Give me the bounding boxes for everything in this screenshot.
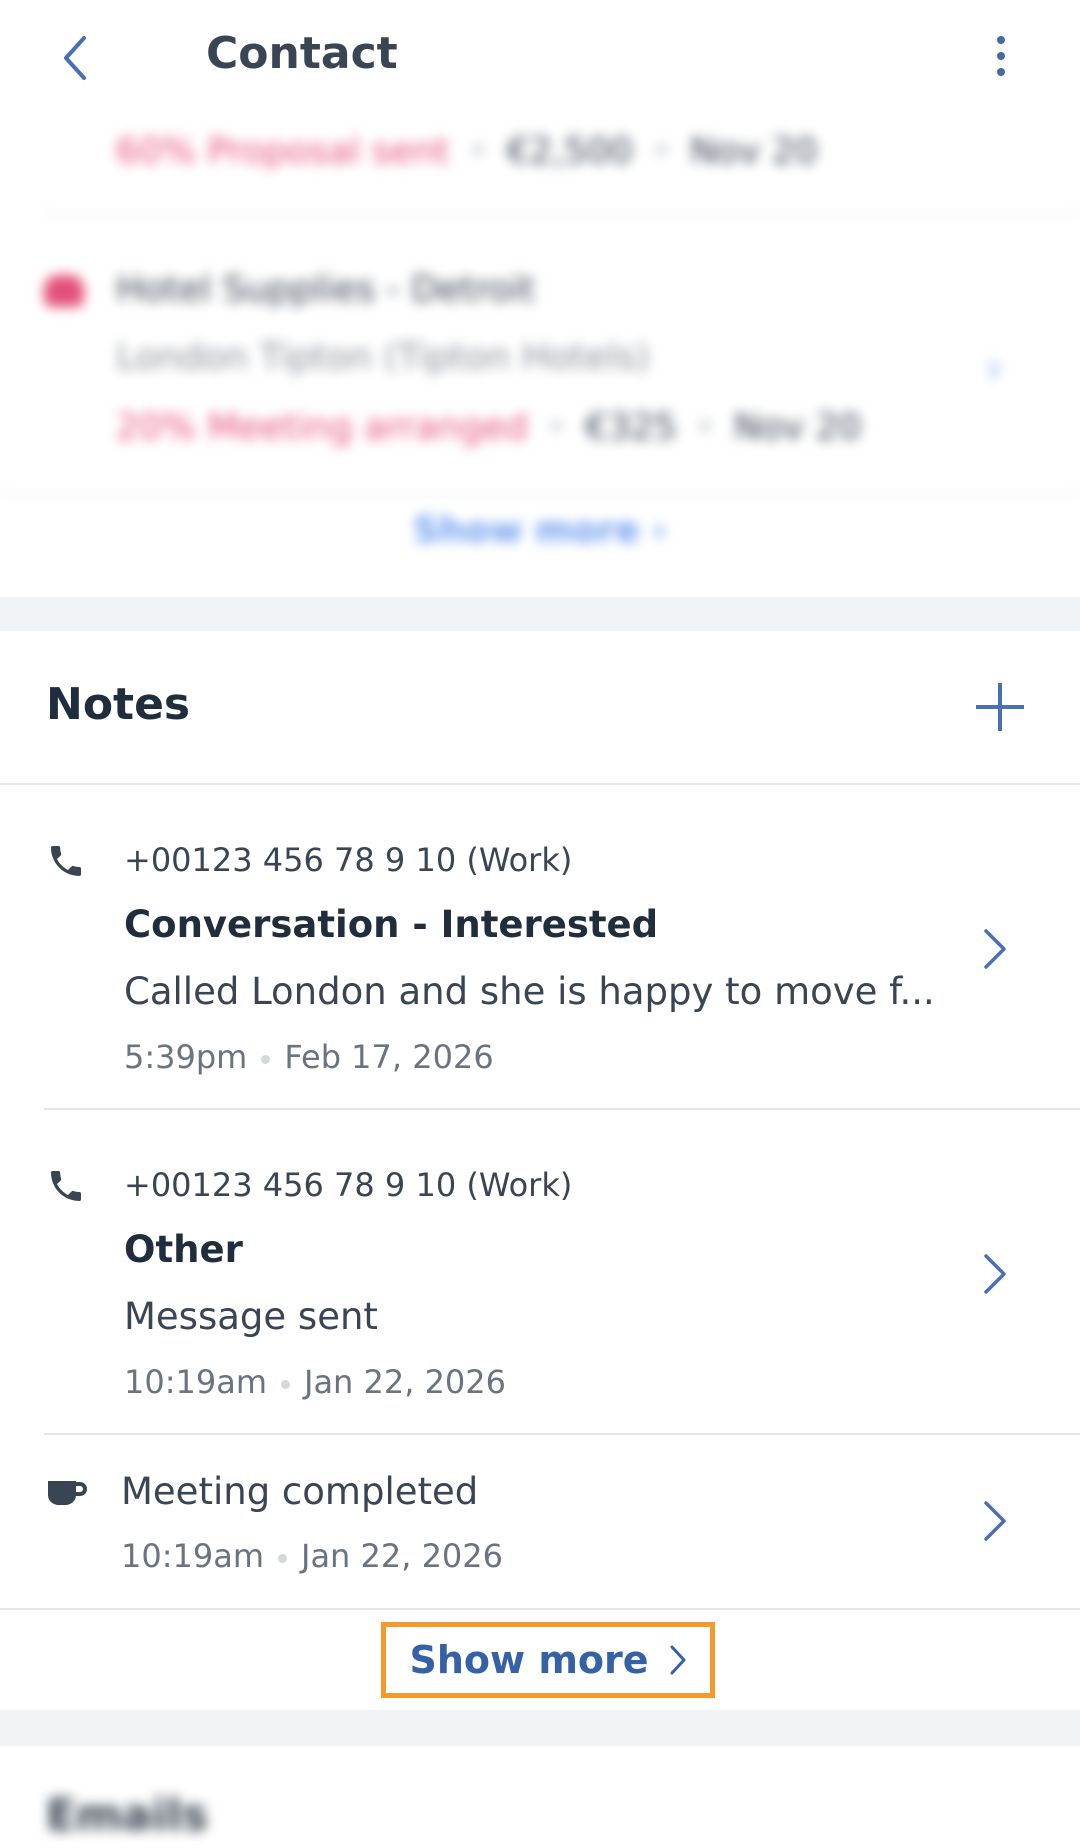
- note-body: Called London and she is happy to move f…: [124, 970, 935, 1013]
- note-item[interactable]: Meeting completed 10:19am Jan 22, 2026: [0, 1435, 1080, 1610]
- note-timestamp: 5:39pm Feb 17, 2026: [124, 1038, 494, 1076]
- chevron-left-icon: [64, 36, 86, 80]
- deal-2-name[interactable]: Hotel Supplies - Detroit: [116, 269, 535, 310]
- chevron-right-icon: [984, 1254, 1006, 1294]
- deal-2-amount: €325: [585, 407, 677, 448]
- note-timestamp: 10:19am Jan 22, 2026: [121, 1537, 503, 1575]
- deal-1-date: Nov 20: [689, 131, 818, 172]
- back-button[interactable]: [60, 30, 100, 86]
- chevron-right-icon[interactable]: ›: [985, 340, 1003, 394]
- chevron-right-icon: [984, 1501, 1006, 1541]
- notes-show-more-button[interactable]: Show more: [381, 1622, 715, 1698]
- chevron-right-icon: [670, 1645, 686, 1675]
- deal-2-stage: 20% Meeting arranged: [116, 407, 528, 448]
- more-options-button[interactable]: [986, 28, 1016, 84]
- deal-1-amount: €2,500: [506, 131, 633, 172]
- deal-1-stage: 60% Proposal sent: [116, 131, 450, 172]
- phone-icon: [46, 1166, 86, 1206]
- chevron-right-icon: [984, 929, 1006, 969]
- note-subject: Conversation - Interested: [124, 903, 659, 946]
- page-title: Contact: [206, 28, 398, 79]
- add-note-button[interactable]: [976, 683, 1024, 731]
- note-body: Message sent: [124, 1295, 378, 1338]
- notes-title: Notes: [46, 679, 191, 730]
- note-body: Meeting completed: [121, 1470, 479, 1513]
- more-vertical-icon: [997, 36, 1005, 44]
- notes-footer: Show more: [0, 1610, 1080, 1710]
- note-item[interactable]: +00123 456 78 9 10 (Work) Conversation -…: [0, 785, 1080, 1110]
- top-bar: Contact: [0, 0, 1080, 115]
- phone-icon: [46, 841, 86, 881]
- note-phone: +00123 456 78 9 10 (Work): [124, 841, 573, 879]
- deal-2-summary: 20% Meeting arranged • €325 • Nov 20: [116, 407, 862, 448]
- note-phone: +00123 456 78 9 10 (Work): [124, 1166, 573, 1204]
- show-more-label: Show more: [409, 1638, 649, 1682]
- section-separator: [0, 597, 1080, 631]
- note-timestamp: 10:19am Jan 22, 2026: [124, 1363, 506, 1401]
- notes-header: Notes: [0, 631, 1080, 785]
- coffee-cup-icon: [46, 1473, 87, 1513]
- note-subject: Other: [124, 1228, 243, 1271]
- deals-show-more-button[interactable]: Show more ›: [0, 510, 1080, 551]
- emails-title: Emails: [46, 1790, 208, 1841]
- note-item[interactable]: +00123 456 78 9 10 (Work) Other Message …: [0, 1110, 1080, 1435]
- deal-2-date: Nov 20: [733, 407, 862, 448]
- deal-icon: [44, 275, 84, 307]
- section-separator: [0, 1710, 1080, 1746]
- deal-1-summary[interactable]: 60% Proposal sent • €2,500 • Nov 20: [116, 131, 818, 172]
- deal-2-contact: London Tipton (Tipton Hotels): [116, 337, 650, 378]
- deals-section: 60% Proposal sent • €2,500 • Nov 20 Hotel Su…: [0, 115, 1080, 595]
